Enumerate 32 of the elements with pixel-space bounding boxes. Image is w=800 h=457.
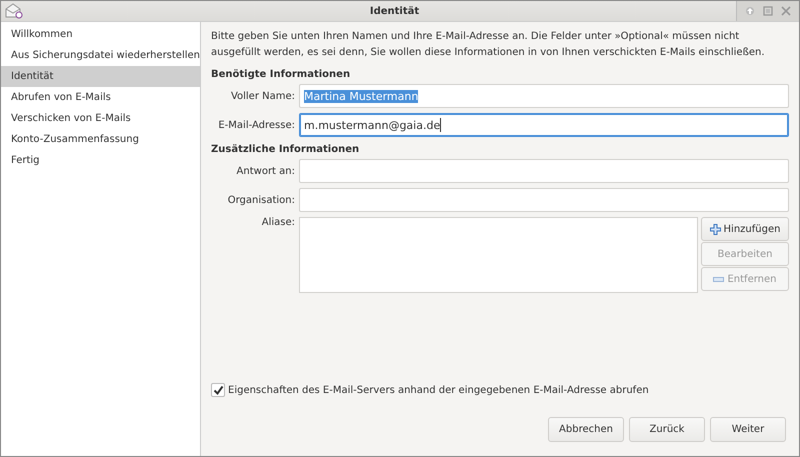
text-field[interactable]: m.mustermann@gaia.de <box>299 113 789 137</box>
window-title: Identität <box>368 6 420 16</box>
sidebar-item[interactable]: Fertig <box>1 150 200 171</box>
field-label: Organisation: <box>226 194 296 206</box>
dialog-button[interactable]: Weiter <box>710 417 786 442</box>
sidebar-item[interactable]: Aus Sicherungsdatei wiederherstellen <box>1 45 200 66</box>
intro-text: Bitte geben Sie unten Ihren Namen und Ihre E-Mail-Adresse an. Die Felder unter »Optional« müssen nicht ausgefüllt werden, es sei denn, Sie wollen diese Informationen in von Ihnen verschickten E-Mails einschließen. <box>211 30 766 60</box>
field-label: Voller Name: <box>230 90 296 102</box>
envelope-icon <box>5 3 23 19</box>
up-icon[interactable] <box>745 6 755 16</box>
plus-icon <box>710 224 721 234</box>
field-label: Antwort an: <box>236 166 296 176</box>
section-heading: Zusätzliche Informationen <box>211 144 360 155</box>
text-field[interactable] <box>299 159 789 183</box>
field-label: E-Mail-Adresse: <box>217 120 296 130</box>
checkbox[interactable] <box>211 383 225 397</box>
maximize-icon[interactable] <box>763 6 773 16</box>
minus-icon <box>713 276 724 282</box>
sidebar-item[interactable]: Identität <box>1 66 200 87</box>
alias-button[interactable]: Hinzufügen <box>701 217 789 241</box>
checkbox-label: Eigenschaften des E-Mail-Servers anhand der eingegebenen E-Mail-Adresse abrufen <box>228 384 649 396</box>
sidebar-item[interactable]: Willkommen <box>1 24 200 45</box>
dialog-button[interactable]: Abbrechen <box>548 417 624 442</box>
section-heading: Benötigte Informationen <box>211 69 352 80</box>
dialog-button[interactable]: Zurück <box>629 417 705 442</box>
sidebar-item[interactable]: Verschicken von E-Mails <box>1 108 200 129</box>
field-label: Aliase: <box>260 217 296 228</box>
sidebar-item[interactable]: Konto-Zusammenfassung <box>1 129 200 150</box>
text-field[interactable] <box>299 188 789 212</box>
alias-list[interactable] <box>299 217 698 293</box>
close-icon[interactable] <box>781 6 791 16</box>
sidebar-item[interactable]: Abrufen von E-Mails <box>1 87 200 108</box>
